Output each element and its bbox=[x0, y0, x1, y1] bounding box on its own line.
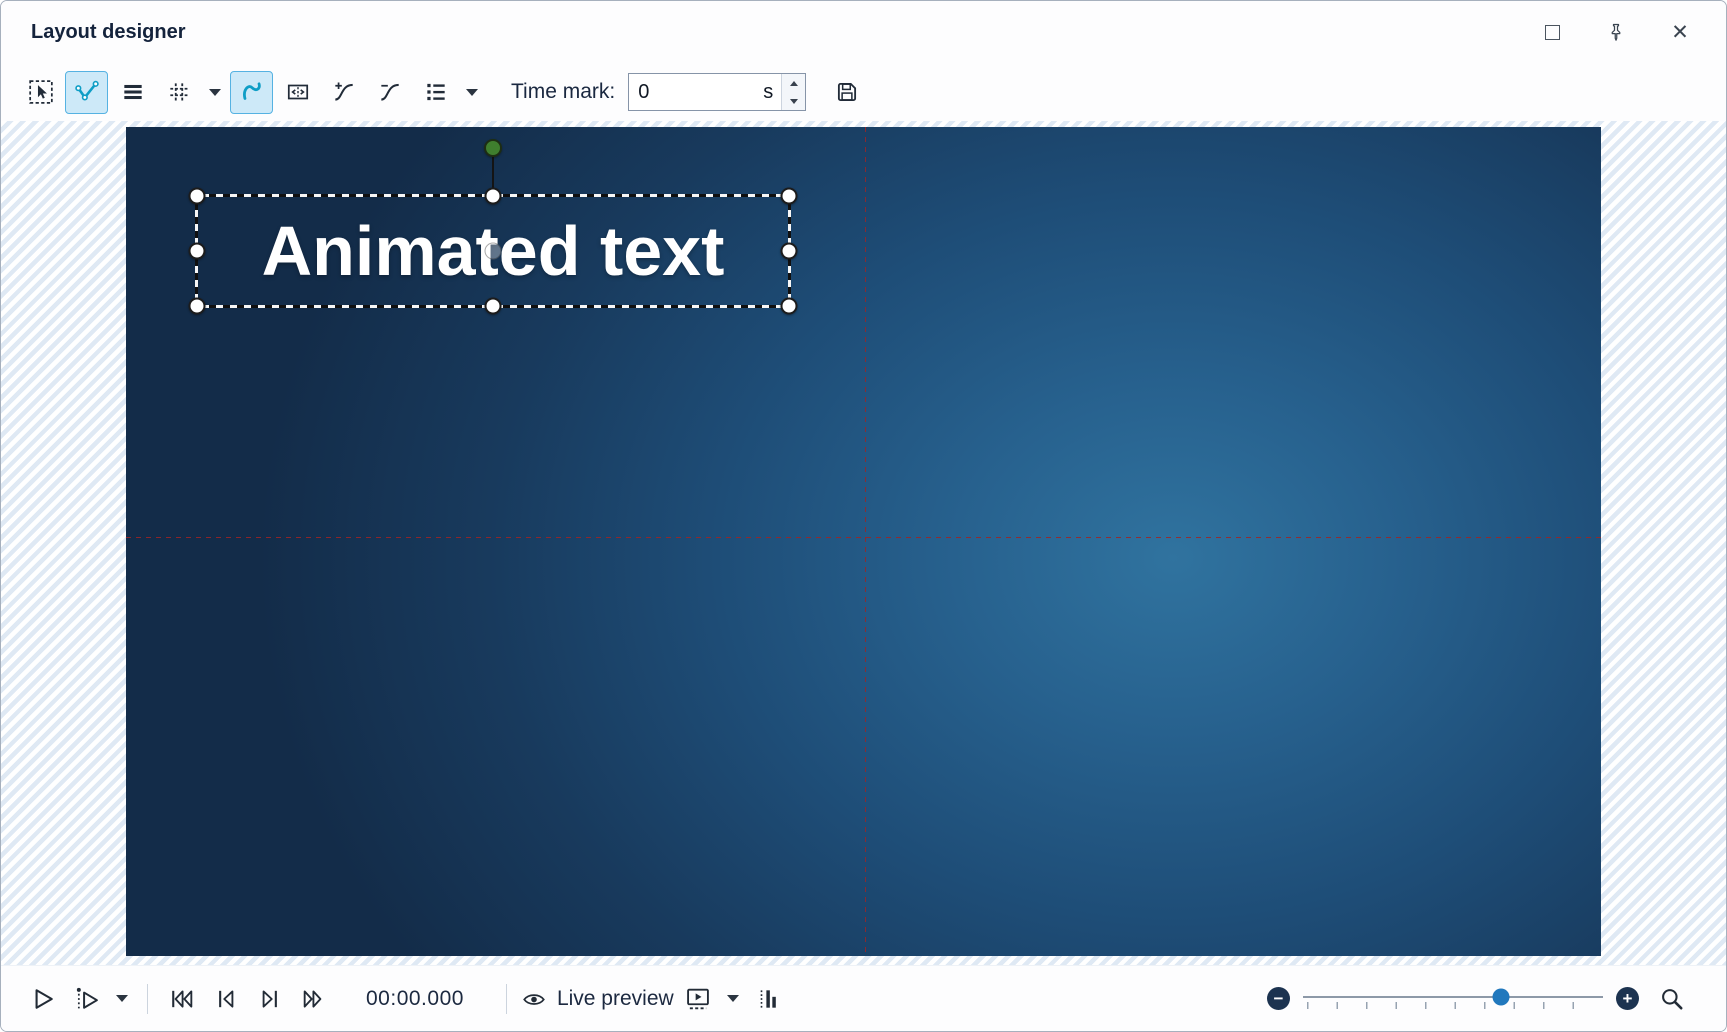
resize-handle-w[interactable] bbox=[189, 243, 206, 260]
grid-dropdown-button[interactable] bbox=[203, 71, 227, 114]
ease-add-icon bbox=[331, 79, 357, 105]
select-tool-button[interactable] bbox=[19, 71, 62, 114]
titlebar: Layout designer ✕ bbox=[1, 1, 1726, 63]
pin-button[interactable] bbox=[1596, 12, 1636, 52]
zoom-slider-handle[interactable] bbox=[1493, 988, 1510, 1005]
anchor-point-handle[interactable] bbox=[485, 243, 502, 260]
ease-remove-icon bbox=[377, 79, 403, 105]
zoom-slider-track[interactable] bbox=[1303, 996, 1603, 998]
toolbar: Time mark: s bbox=[1, 63, 1726, 121]
preview-options-dropdown-button[interactable] bbox=[722, 979, 744, 1019]
design-canvas[interactable]: Animated text bbox=[126, 127, 1601, 956]
layout-designer-window: Layout designer ✕ bbox=[0, 0, 1727, 1032]
workspace: Animated text bbox=[1, 121, 1726, 965]
separator bbox=[506, 984, 507, 1014]
zoom-in-button[interactable]: + bbox=[1616, 987, 1639, 1010]
center-guide-horizontal bbox=[126, 537, 1601, 538]
chevron-down-icon bbox=[466, 89, 478, 96]
layers-icon bbox=[120, 79, 146, 105]
close-button[interactable]: ✕ bbox=[1660, 12, 1700, 52]
keyframe-list-dropdown-button[interactable] bbox=[460, 71, 484, 114]
ease-remove-button[interactable] bbox=[368, 71, 411, 114]
window-controls: ✕ bbox=[1532, 12, 1700, 52]
selection-box[interactable]: Animated text bbox=[197, 196, 789, 306]
performance-stats-icon bbox=[755, 986, 781, 1012]
rotation-handle[interactable] bbox=[484, 139, 502, 157]
keyframe-list-button[interactable] bbox=[414, 71, 457, 114]
resize-handle-s[interactable] bbox=[485, 298, 502, 315]
resize-handle-e[interactable] bbox=[781, 243, 798, 260]
time-display: 00:00.000 bbox=[366, 987, 464, 1011]
next-frame-icon bbox=[256, 985, 284, 1013]
resize-handle-sw[interactable] bbox=[189, 298, 206, 315]
chevron-down-icon bbox=[116, 995, 128, 1002]
zoom-slider-ticks bbox=[1307, 1002, 1601, 1009]
live-preview-label: Live preview bbox=[557, 987, 674, 1011]
skip-to-start-icon bbox=[168, 985, 196, 1013]
previous-frame-button[interactable] bbox=[206, 979, 246, 1019]
resize-handle-se[interactable] bbox=[781, 298, 798, 315]
save-button[interactable] bbox=[825, 71, 868, 114]
zoom-slider[interactable] bbox=[1303, 983, 1603, 1015]
resize-handle-n[interactable] bbox=[485, 188, 502, 205]
play-from-mark-icon bbox=[73, 985, 101, 1013]
pin-icon bbox=[1606, 22, 1626, 42]
playback-bar: 00:00.000 Live preview bbox=[1, 965, 1726, 1031]
performance-stats-button[interactable] bbox=[748, 979, 788, 1019]
preview-window-button[interactable] bbox=[678, 979, 718, 1019]
play-options-dropdown-button[interactable] bbox=[111, 979, 133, 1019]
previous-frame-icon bbox=[212, 985, 240, 1013]
save-icon bbox=[834, 79, 860, 105]
animation-curve-icon bbox=[239, 79, 265, 105]
skip-to-start-button[interactable] bbox=[162, 979, 202, 1019]
zoom-out-button[interactable]: − bbox=[1267, 987, 1290, 1010]
resize-handle-nw[interactable] bbox=[189, 188, 206, 205]
grid-icon bbox=[166, 79, 192, 105]
live-preview-toggle[interactable]: Live preview bbox=[521, 979, 674, 1019]
chevron-down-icon bbox=[209, 89, 221, 96]
time-mark-field: s bbox=[628, 73, 806, 111]
window-title: Layout designer bbox=[31, 21, 185, 44]
resize-handle-ne[interactable] bbox=[781, 188, 798, 205]
chevron-down-icon bbox=[727, 995, 739, 1002]
time-mark-input[interactable] bbox=[629, 81, 759, 104]
select-tool-icon bbox=[28, 79, 54, 105]
time-mark-label: Time mark: bbox=[511, 80, 615, 104]
show-path-points-toggle[interactable] bbox=[65, 71, 108, 114]
eye-icon bbox=[521, 986, 547, 1012]
time-mark-spinner bbox=[781, 74, 805, 110]
layers-button[interactable] bbox=[111, 71, 154, 114]
fast-forward-button[interactable] bbox=[294, 979, 334, 1019]
play-button[interactable] bbox=[23, 979, 63, 1019]
animation-path-toggle[interactable] bbox=[230, 71, 273, 114]
transform-frame-button[interactable] bbox=[276, 71, 319, 114]
separator bbox=[147, 984, 148, 1014]
keyframe-list-icon bbox=[423, 79, 449, 105]
spinner-up-button[interactable] bbox=[782, 74, 805, 92]
play-from-mark-button[interactable] bbox=[67, 979, 107, 1019]
time-mark-unit: s bbox=[763, 81, 773, 104]
transform-frame-icon bbox=[285, 79, 311, 105]
grid-button[interactable] bbox=[157, 71, 200, 114]
next-frame-button[interactable] bbox=[250, 979, 290, 1019]
path-points-icon bbox=[74, 79, 100, 105]
zoom-fit-button[interactable] bbox=[1652, 979, 1692, 1019]
center-guide-vertical bbox=[865, 127, 866, 956]
ease-add-button[interactable] bbox=[322, 71, 365, 114]
preview-window-icon bbox=[684, 985, 712, 1013]
magnifier-icon bbox=[1659, 986, 1685, 1012]
maximize-icon bbox=[1545, 25, 1560, 40]
zoom-controls: − + bbox=[1267, 979, 1692, 1019]
fast-forward-icon bbox=[300, 985, 328, 1013]
maximize-button[interactable] bbox=[1532, 12, 1572, 52]
spinner-down-button[interactable] bbox=[782, 92, 805, 110]
play-icon bbox=[29, 985, 57, 1013]
